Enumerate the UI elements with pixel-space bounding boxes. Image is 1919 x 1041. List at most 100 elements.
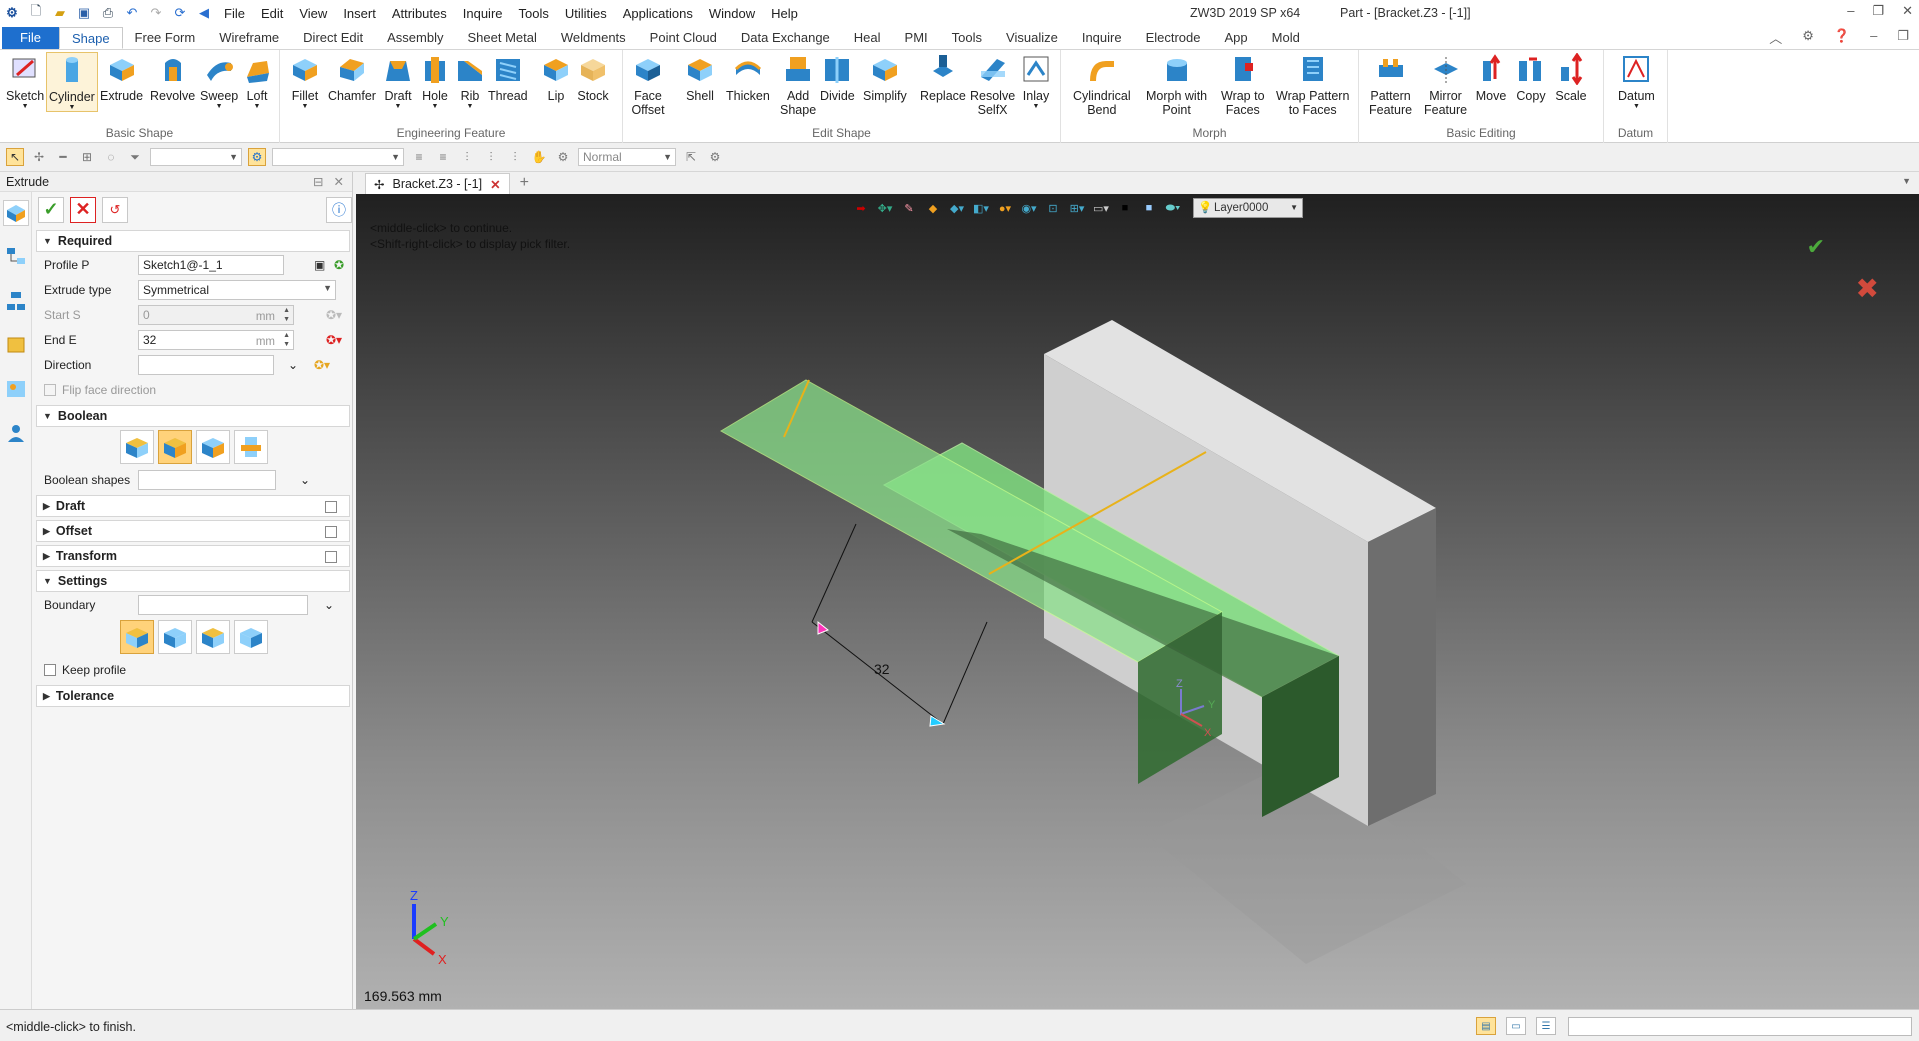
new-file-icon[interactable]: 🗋 — [28, 3, 44, 21]
hole-button[interactable]: Hole ▼ — [418, 52, 452, 110]
boolean-shapes-expand-icon[interactable]: ⌄ — [300, 473, 310, 487]
face-offset-button[interactable]: Face Offset — [631, 52, 665, 117]
menu-applications[interactable]: Applications — [623, 6, 693, 21]
end-pick-icon[interactable]: ✪▾ — [326, 333, 342, 347]
mirror-feature-button[interactable]: Mirror Feature — [1424, 52, 1467, 117]
document-tab[interactable]: ✢ Bracket.Z3 - [-1] ✕ — [365, 173, 510, 194]
status-mode-icon[interactable]: ▤ — [1476, 1017, 1496, 1035]
boolean-base-icon[interactable] — [120, 430, 154, 464]
thicken-button[interactable]: Thicken — [726, 52, 770, 103]
tab-sheet-metal[interactable]: Sheet Metal — [456, 27, 549, 49]
shell-button[interactable]: Shell — [683, 52, 717, 103]
align-icon-1[interactable]: ≡ — [410, 148, 428, 166]
scale-button[interactable]: Scale — [1554, 52, 1588, 103]
profile-input[interactable]: Sketch1@-1_1 — [138, 254, 284, 275]
filter-combo[interactable]: ▼ — [150, 148, 242, 166]
end-input[interactable]: 32 mm ▲ ▼ — [138, 329, 294, 350]
open-folder-icon[interactable]: ▰ — [52, 5, 68, 21]
tab-shape[interactable]: Shape — [58, 27, 123, 49]
extrude-button[interactable]: Extrude — [100, 52, 143, 103]
restore-icon[interactable]: ❐ — [1872, 3, 1884, 19]
resolve-selfx-button[interactable]: Resolve SelfX — [970, 52, 1015, 117]
datum-button[interactable]: Datum ▼ — [1618, 52, 1655, 110]
menu-window[interactable]: Window — [709, 6, 755, 21]
align-icon-5[interactable]: ⫶ — [506, 148, 524, 166]
chamfer-button[interactable]: Chamfer — [328, 52, 376, 103]
lip-button[interactable]: Lip — [539, 52, 573, 103]
draft-checkbox[interactable] — [325, 501, 337, 513]
sweep-button[interactable]: Sweep ▼ — [200, 52, 238, 110]
sketch-pick-icon[interactable]: ▣ — [314, 258, 325, 272]
snap-icon[interactable]: ⚙ — [706, 148, 724, 166]
simplify-button[interactable]: Simplify — [863, 52, 907, 103]
entity-combo[interactable]: ▼ — [272, 148, 404, 166]
user-icon[interactable] — [3, 420, 29, 446]
cylinder-button[interactable]: Cylinder ▼ — [46, 52, 98, 112]
section-settings[interactable]: ▼ Settings — [36, 570, 350, 592]
undo-icon[interactable]: ↶ — [124, 5, 140, 21]
wrap-pattern-to-faces-button[interactable]: Wrap Pattern to Faces — [1276, 52, 1349, 117]
boolean-shapes-input[interactable] — [138, 469, 276, 490]
direction-expand-icon[interactable]: ⌄ — [288, 358, 298, 372]
menu-file[interactable]: File — [224, 6, 245, 21]
tab-point-cloud[interactable]: Point Cloud — [638, 27, 729, 49]
align-icon-3[interactable]: ⫶ — [458, 148, 476, 166]
profile-options-icon[interactable]: ✪ — [334, 258, 344, 272]
app-logo-icon[interactable]: ⚙ — [4, 5, 20, 21]
menu-edit[interactable]: Edit — [261, 6, 283, 21]
history-tree-icon[interactable] — [3, 244, 29, 270]
tab-weldments[interactable]: Weldments — [549, 27, 638, 49]
redo-icon[interactable]: ↷ — [148, 5, 164, 21]
minus-icon[interactable]: ━ — [54, 148, 72, 166]
back-arrow-icon[interactable]: ◀ — [196, 5, 212, 21]
start-pick-icon[interactable]: ✪▾ — [326, 308, 342, 322]
lasso-icon[interactable]: ◌ — [102, 148, 120, 166]
tabs-dropdown-icon[interactable]: ▼ — [1902, 176, 1911, 186]
regen-icon[interactable]: ⟳ — [172, 5, 188, 21]
tab-wireframe[interactable]: Wireframe — [207, 27, 291, 49]
morph-with-point-button[interactable]: Morph with Point — [1146, 52, 1207, 117]
boolean-remove-icon[interactable] — [196, 430, 230, 464]
cursor-icon[interactable]: ⇱ — [682, 148, 700, 166]
add-shape-button[interactable]: Add Shape — [780, 52, 816, 117]
divide-button[interactable]: Divide — [820, 52, 855, 103]
tab-inquire[interactable]: Inquire — [1070, 27, 1134, 49]
extrude-type-select[interactable]: Symmetrical ▼ — [138, 279, 336, 300]
save-icon[interactable]: ▣ — [76, 5, 92, 21]
boundary-expand-icon[interactable]: ⌄ — [324, 598, 334, 612]
setting-option-2-icon[interactable] — [158, 620, 192, 654]
select-arrow-icon[interactable]: ↖ — [6, 148, 24, 166]
setting-option-3-icon[interactable] — [196, 620, 230, 654]
highlight-icon[interactable]: ⚙ — [248, 148, 266, 166]
menu-help[interactable]: Help — [771, 6, 798, 21]
direction-input[interactable] — [138, 354, 274, 375]
draft-button[interactable]: Draft ▼ — [381, 52, 415, 110]
feature-tab-icon[interactable] — [3, 200, 29, 226]
collapse-ribbon-icon[interactable]: ︿ — [1769, 28, 1782, 47]
mini-restore-icon[interactable]: ❐ — [1897, 28, 1909, 47]
settings-gear-icon[interactable]: ⚙ — [1802, 28, 1814, 47]
boolean-add-icon[interactable] — [158, 430, 192, 464]
setting-option-4-icon[interactable] — [234, 620, 268, 654]
help-icon[interactable]: ❓ — [1834, 28, 1850, 47]
panel-pin-icon[interactable]: ⊟ — [313, 174, 323, 189]
tab-tools[interactable]: Tools — [940, 27, 994, 49]
menu-utilities[interactable]: Utilities — [565, 6, 607, 21]
transform-checkbox[interactable] — [325, 551, 337, 563]
keep-profile-checkbox[interactable] — [44, 663, 56, 676]
tab-pmi[interactable]: PMI — [893, 27, 940, 49]
pattern-feature-button[interactable]: Pattern Feature — [1369, 52, 1412, 117]
boolean-intersect-icon[interactable] — [234, 430, 268, 464]
minimize-icon[interactable]: – — [1847, 3, 1854, 19]
tab-file[interactable]: File — [2, 27, 59, 49]
wrap-to-faces-button[interactable]: Wrap to Faces — [1221, 52, 1265, 117]
move-button[interactable]: Move — [1474, 52, 1508, 103]
tab-assembly[interactable]: Assembly — [375, 27, 455, 49]
start-input[interactable]: 0 mm ▲ ▼ — [138, 304, 294, 325]
thread-button[interactable]: Thread — [488, 52, 528, 103]
menu-tools[interactable]: Tools — [519, 6, 549, 21]
tab-direct-edit[interactable]: Direct Edit — [291, 27, 375, 49]
cylindrical-bend-button[interactable]: Cylindrical Bend — [1073, 52, 1131, 117]
tab-electrode[interactable]: Electrode — [1134, 27, 1213, 49]
status-list-icon[interactable]: ☰ — [1536, 1017, 1556, 1035]
